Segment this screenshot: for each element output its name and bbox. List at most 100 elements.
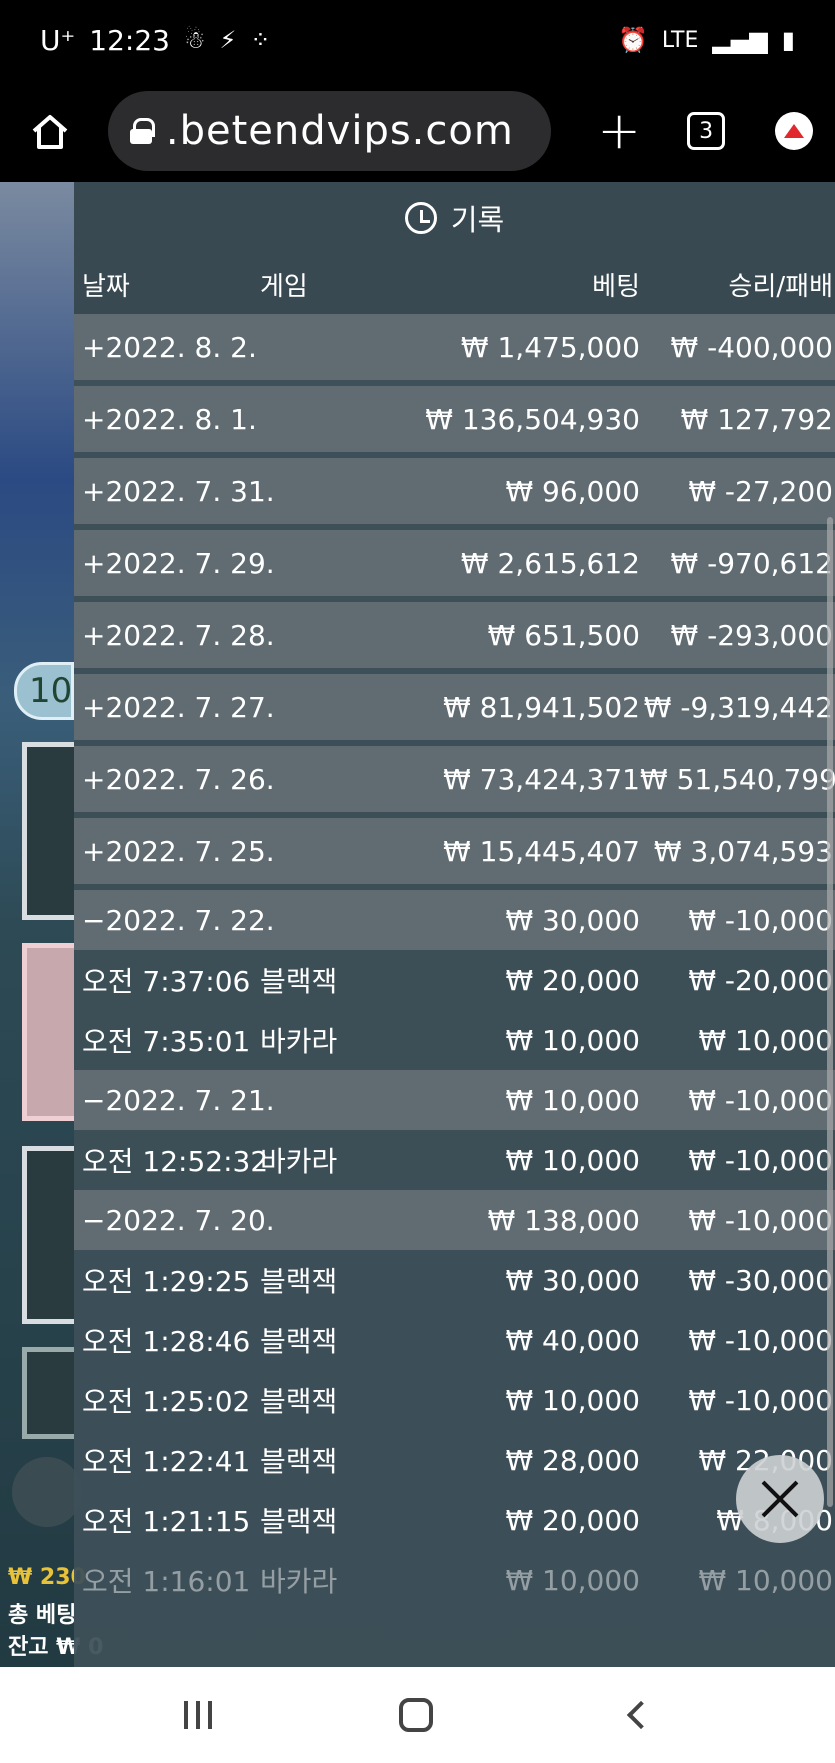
history-date-row[interactable]: +2022. 8. 2. ₩ 1,475,000 ₩ -400,000: [74, 314, 835, 380]
row-bet: ₩ 20,000: [505, 1503, 640, 1537]
row-result: ₩ 127,792: [680, 402, 833, 436]
home-button[interactable]: [22, 103, 78, 159]
row-result: ₩ 10,000: [698, 1023, 833, 1057]
row-game: 블랙잭: [260, 1445, 338, 1478]
row-result: ₩ -400,000: [670, 330, 833, 364]
history-detail-row: 오전 1:21:15블랙잭₩ 20,000₩ 8,000: [74, 1490, 835, 1550]
row-bet: ₩ 15,445,407: [443, 834, 640, 868]
history-date-row[interactable]: −2022. 7. 22. ₩ 30,000 ₩ -10,000: [74, 890, 835, 950]
row-bet: ₩ 30,000: [505, 1263, 640, 1297]
row-result: ₩ 51,540,799: [640, 762, 835, 796]
close-icon: [760, 1479, 800, 1519]
history-date-row[interactable]: +2022. 7. 28. ₩ 651,500 ₩ -293,000: [74, 602, 835, 668]
bet-spot[interactable]: [22, 1146, 74, 1324]
row-date: +2022. 7. 29.: [82, 546, 275, 580]
row-bet: ₩ 10,000: [505, 1563, 640, 1597]
row-game: 바카라: [260, 1025, 338, 1058]
history-date-row[interactable]: +2022. 7. 31. ₩ 96,000 ₩ -27,200: [74, 458, 835, 524]
tabs-button[interactable]: 3: [687, 112, 726, 150]
game-scene-strip: [0, 182, 74, 1667]
row-result: ₩ -970,612: [670, 546, 833, 580]
row-result: ₩ -10,000: [688, 1143, 833, 1177]
row-bet: ₩ 10,000: [505, 1023, 640, 1057]
row-bet: ₩ 30,000: [505, 903, 640, 937]
row-date: +2022. 8. 1.: [82, 402, 257, 436]
row-date: −2022. 7. 20.: [82, 1203, 275, 1237]
carrier-label: U⁺: [40, 23, 76, 57]
history-detail-row: 오전 1:29:25 블랙잭 ₩ 30,000 ₩ -30,000: [74, 1250, 835, 1310]
plus-icon: +: [597, 101, 641, 161]
header-bet: 베팅: [592, 271, 640, 302]
row-bet: ₩ 10,000: [505, 1083, 640, 1117]
history-detail-row: 오전 1:16:01 바카라 ₩ 10,000 ₩ 10,000: [74, 1550, 835, 1610]
history-date-row[interactable]: +2022. 7. 26. ₩ 73,424,371 ₩ 51,540,799: [74, 746, 835, 812]
history-detail-row: 오전 7:35:01 바카라 ₩ 10,000 ₩ 10,000: [74, 1010, 835, 1070]
panel-header: 기록: [74, 182, 835, 254]
notification-icon: ⁘: [250, 26, 271, 54]
total-bet-label: 총 베팅: [8, 1603, 77, 1628]
status-bar: U⁺ 12:23 ☃ ⚡ ⁘ ⏰ LTE ▂▄▆ ▮: [0, 0, 835, 80]
row-result: ₩ -293,000: [670, 618, 833, 652]
bet-chip-badge: 10: [14, 662, 74, 720]
history-date-row[interactable]: −2022. 7. 21. ₩ 10,000 ₩ -10,000: [74, 1070, 835, 1130]
row-bet: ₩ 10,000: [505, 1383, 640, 1417]
bet-spot[interactable]: [22, 1347, 74, 1439]
notification-icon: ☃: [183, 26, 206, 54]
clock-time: 12:23: [89, 23, 170, 57]
row-game: 바카라: [260, 1565, 338, 1598]
home-nav-button[interactable]: [399, 1698, 434, 1732]
row-bet: ₩ 1,475,000: [460, 330, 640, 364]
signal-icon: ▂▄▆: [712, 26, 768, 54]
back-button[interactable]: [626, 1700, 656, 1730]
bet-spot[interactable]: [22, 943, 74, 1121]
bet-spot[interactable]: [22, 742, 74, 920]
history-detail-row: 오전 12:52:32 바카라 ₩ 10,000 ₩ -10,000: [74, 1130, 835, 1190]
history-date-row[interactable]: +2022. 7. 25. ₩ 15,445,407 ₩ 3,074,593: [74, 818, 835, 884]
history-date-row[interactable]: +2022. 7. 29. ₩ 2,615,612 ₩ -970,612: [74, 530, 835, 596]
clock-history-icon: [404, 202, 437, 234]
row-date: 오전 1:25:02: [82, 1385, 251, 1418]
address-bar[interactable]: .betendvips.com: [107, 91, 552, 171]
lock-icon: [129, 118, 155, 144]
browser-toolbar: .betendvips.com + 3: [0, 80, 835, 182]
tab-count: 3: [699, 118, 714, 144]
row-bet: ₩ 40,000: [505, 1323, 640, 1357]
row-date: +2022. 7. 26.: [82, 762, 275, 796]
row-date: −2022. 7. 22.: [82, 903, 275, 937]
row-bet: ₩ 81,941,502: [443, 690, 640, 724]
history-panel: 기록 날짜 게임 베팅 승리/패배 +2022. 8. 2. ₩ 1,475,00…: [74, 182, 835, 1667]
row-date: −2022. 7. 21.: [82, 1083, 275, 1117]
update-icon: [784, 124, 805, 138]
row-bet: ₩ 28,000: [505, 1443, 640, 1477]
row-game: 블랙잭: [260, 1265, 338, 1298]
row-date: +2022. 7. 27.: [82, 690, 275, 724]
header-date: 날짜: [82, 271, 130, 302]
row-bet: ₩ 10,000: [505, 1143, 640, 1177]
header-game: 게임: [260, 271, 308, 302]
row-result: ₩ 10,000: [698, 1563, 833, 1597]
history-date-row[interactable]: −2022. 7. 20. ₩ 138,000 ₩ -10,000: [74, 1190, 835, 1250]
recent-apps-button[interactable]: [183, 1701, 212, 1729]
repeat-button[interactable]: [12, 1457, 82, 1527]
row-bet: ₩ 20,000: [505, 963, 640, 997]
row-date: +2022. 7. 28.: [82, 618, 275, 652]
row-result: ₩ -10,000: [688, 1323, 833, 1357]
history-date-row[interactable]: +2022. 7. 27. ₩ 81,941,502 ₩ -9,319,442: [74, 674, 835, 740]
close-button[interactable]: [736, 1455, 824, 1543]
system-nav-bar: [0, 1667, 835, 1763]
history-detail-row: 오전 1:25:02 블랙잭 ₩ 10,000 ₩ -10,000: [74, 1370, 835, 1430]
history-date-row[interactable]: +2022. 8. 1. ₩ 136,504,930 ₩ 127,792: [74, 386, 835, 452]
table-header: 날짜 게임 베팅 승리/패배: [74, 254, 835, 314]
row-date: 오전 7:37:06: [82, 965, 251, 998]
row-result: ₩ -20,000: [688, 963, 833, 997]
history-detail-row: 오전 7:37:06 블랙잭 ₩ 20,000 ₩ -20,000: [74, 950, 835, 1010]
new-tab-button[interactable]: +: [595, 101, 643, 161]
update-button[interactable]: [775, 112, 813, 150]
row-bet: ₩ 651,500: [487, 618, 640, 652]
row-game: 블랙잭: [260, 1385, 338, 1418]
row-date: 오전 1:29:25: [82, 1265, 251, 1298]
row-date: +2022. 7. 25.: [82, 834, 275, 868]
scrollbar[interactable]: [827, 517, 833, 1507]
row-date: 오전 12:52:32: [82, 1145, 269, 1178]
history-detail-row: 오전 1:28:46 블랙잭 ₩ 40,000 ₩ -10,000: [74, 1310, 835, 1370]
